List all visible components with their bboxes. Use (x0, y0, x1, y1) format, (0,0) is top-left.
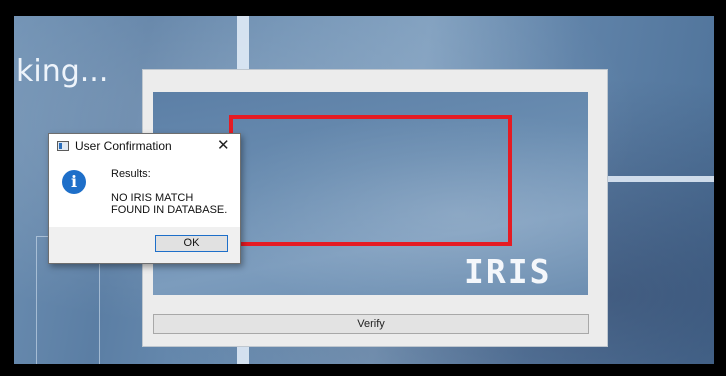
window-icon (57, 141, 69, 151)
close-icon[interactable]: ✕ (217, 136, 230, 154)
background-status-text: king... (16, 54, 109, 89)
info-icon: i (62, 170, 86, 194)
user-confirmation-dialog: User Confirmation ✕ i Results: NO IRIS M… (48, 133, 241, 264)
dialog-title: User Confirmation (75, 139, 172, 153)
result-message-line-1: NO IRIS MATCH (111, 192, 194, 204)
result-message: NO IRIS MATCH FOUND IN DATABASE. (111, 192, 236, 216)
ok-button[interactable]: OK (155, 235, 228, 252)
iris-overlay-label: IRIS (464, 252, 552, 291)
dialog-titlebar: User Confirmation ✕ (49, 134, 240, 158)
iris-detection-box (229, 115, 512, 246)
background-horizontal-line (604, 176, 714, 182)
verify-button[interactable]: Verify (153, 314, 589, 334)
result-message-line-2: FOUND IN DATABASE. (111, 204, 228, 216)
results-label: Results: (111, 168, 151, 180)
